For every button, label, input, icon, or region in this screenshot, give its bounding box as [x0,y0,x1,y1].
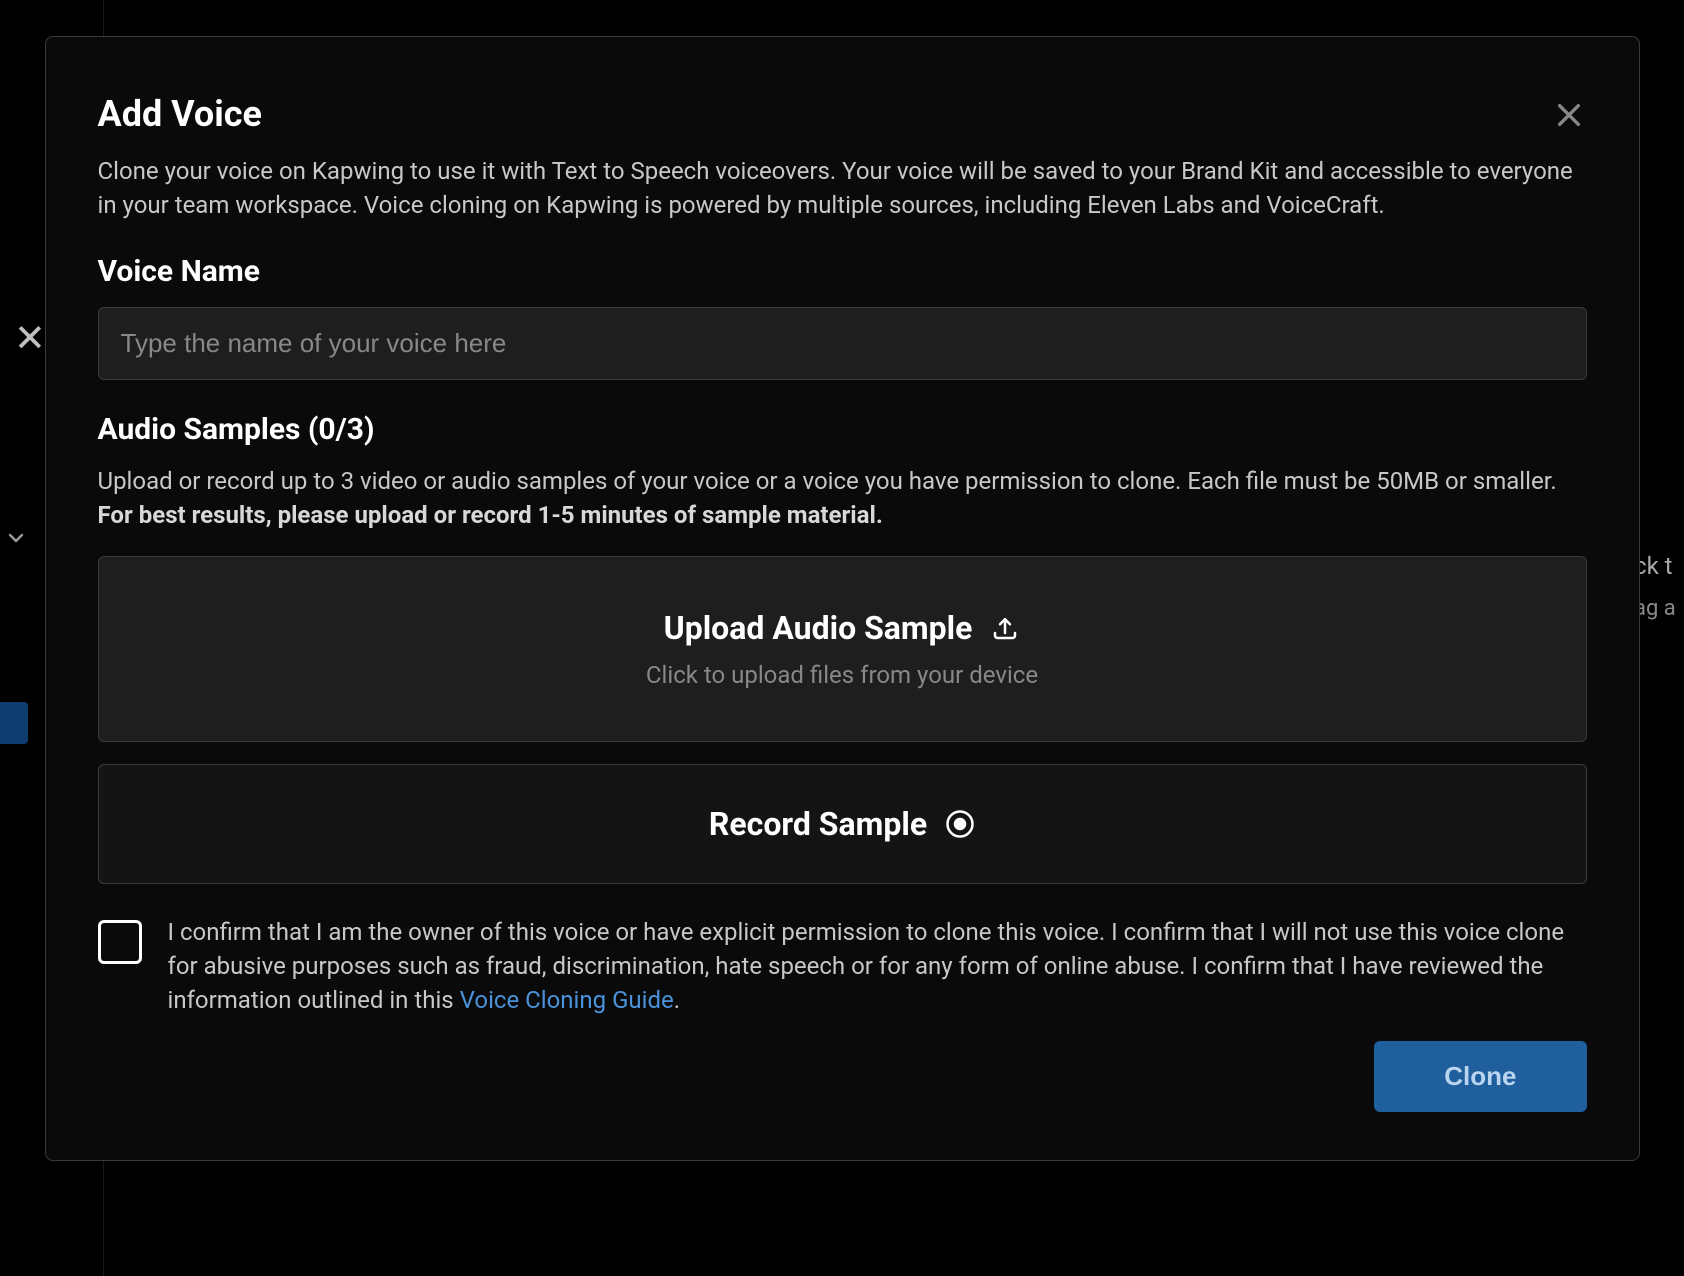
clone-button[interactable]: Clone [1374,1041,1586,1112]
confirm-text-end: . [674,986,680,1014]
modal-description: Clone your voice on Kapwing to use it wi… [98,155,1587,222]
record-icon [945,809,975,839]
confirm-text: I confirm that I am the owner of this vo… [168,916,1587,1017]
voice-cloning-guide-link[interactable]: Voice Cloning Guide [460,986,674,1014]
confirm-row: I confirm that I am the owner of this vo… [98,916,1587,1017]
audio-samples-heading: Audio Samples (0/3) [98,412,1587,447]
modal-footer: Clone [98,1041,1587,1112]
confirm-text-start: I confirm that I am the owner of this vo… [168,918,1565,1013]
record-title: Record Sample [709,805,927,843]
record-sample-button[interactable]: Record Sample [98,764,1587,884]
voice-name-input[interactable] [98,307,1587,380]
upload-title: Upload Audio Sample [664,609,973,647]
audio-samples-description: Upload or record up to 3 video or audio … [98,465,1587,532]
audio-desc-text: Upload or record up to 3 video or audio … [98,467,1557,495]
voice-name-label: Voice Name [98,254,1587,289]
close-button[interactable] [1551,97,1587,133]
close-icon [1553,99,1585,131]
upload-subtext: Click to upload files from your device [119,661,1566,689]
upload-icon [990,613,1020,643]
modal-title: Add Voice [98,93,1587,135]
confirm-checkbox[interactable] [98,920,142,964]
upload-title-row: Upload Audio Sample [119,609,1566,647]
add-voice-modal: Add Voice Clone your voice on Kapwing to… [45,36,1640,1161]
upload-audio-button[interactable]: Upload Audio Sample Click to upload file… [98,556,1587,742]
modal-overlay: Add Voice Clone your voice on Kapwing to… [0,0,1684,1276]
audio-desc-bold: For best results, please upload or recor… [98,501,883,529]
